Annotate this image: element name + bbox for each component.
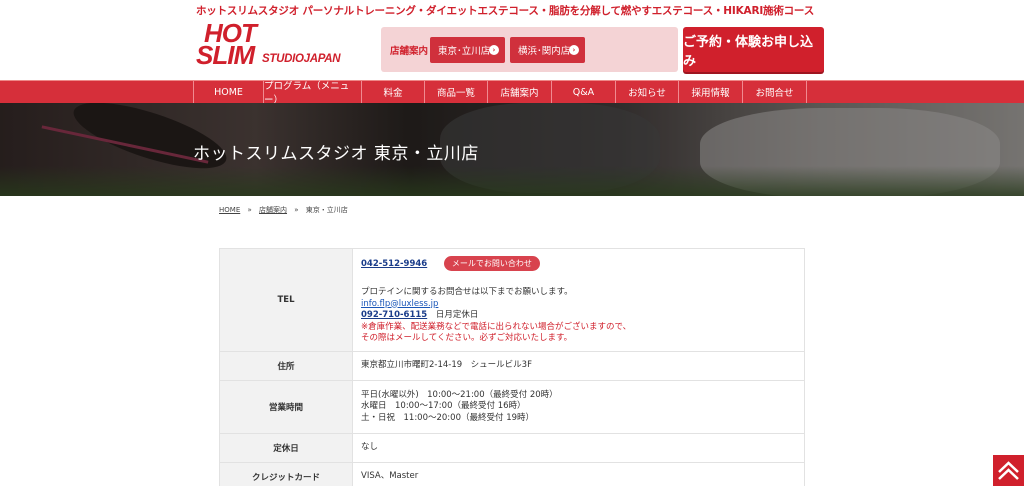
breadcrumb-current: 東京・立川店 <box>305 206 348 214</box>
nav-item-price[interactable]: 料金 <box>362 81 425 103</box>
page-title: ホットスリムスタジオ 東京・立川店 <box>193 144 479 164</box>
nav-item-stores[interactable]: 店舗案内 <box>488 81 552 103</box>
row-value-hours: 平日(水曜以外) 10:00～21:00（最終受付 20時） 水曜日 10:00… <box>352 380 805 434</box>
protein-note: プロテインに関するお問合せは以下までお願いします。 <box>361 287 573 297</box>
nav-item-recruit[interactable]: 採用情報 <box>679 81 743 103</box>
row-label-closed: 定休日 <box>219 433 353 463</box>
breadcrumb-home[interactable]: HOME <box>219 206 240 214</box>
store-button-label: 横浜･関内店 <box>518 46 571 57</box>
nav-item-home[interactable]: HOME <box>194 81 264 103</box>
hero-banner: ホットスリムスタジオ 東京・立川店 <box>0 103 1024 196</box>
table-row: TEL 042-512-9946 メールでお問い合わせ プロテインに関するお問合… <box>219 248 805 352</box>
breadcrumb: HOME » 店舗案内 » 東京・立川店 <box>219 205 348 215</box>
row-label-address: 住所 <box>219 351 353 381</box>
phone2-link[interactable]: 092-710-6115 <box>361 310 427 320</box>
hours-line: 土・日祝 11:00～20:00（最終受付 19時） <box>361 412 535 423</box>
store-button-label: 東京･立川店 <box>438 46 491 57</box>
logo-studio: STUDIOJAPAN <box>262 53 341 65</box>
chevron-up-icon <box>998 461 1019 480</box>
table-row: 住所 東京都立川市曙町2-14-19 シュールビル3F <box>219 351 805 381</box>
table-row: 営業時間 平日(水曜以外) 10:00～21:00（最終受付 20時） 水曜日 … <box>219 380 805 434</box>
store-selector: 店舗案内 東京･立川店 › 横浜･関内店 › <box>381 27 678 72</box>
row-value-tel: 042-512-9946 メールでお問い合わせ プロテインに関するお問合せは以下… <box>352 248 805 352</box>
chevron-right-icon: › <box>489 45 499 55</box>
breadcrumb-separator: » <box>247 206 252 214</box>
row-value-card: VISA、Master <box>352 462 805 486</box>
reservation-button[interactable]: ご予約・体験お申し込み <box>683 27 824 72</box>
nav-item-contact[interactable]: お問合せ <box>743 81 807 103</box>
breadcrumb-stores[interactable]: 店舗案内 <box>259 206 287 214</box>
back-to-top-button[interactable] <box>993 455 1024 486</box>
row-label-tel: TEL <box>219 248 353 352</box>
chevron-right-icon: › <box>569 45 579 55</box>
store-label: 店舗案内 <box>390 46 429 57</box>
hours-line: 水曜日 10:00～17:00（最終受付 16時） <box>361 401 526 412</box>
hero-overlay <box>0 103 1024 196</box>
logo-slim: SLIM <box>196 40 255 70</box>
breadcrumb-separator: » <box>294 206 299 214</box>
row-value-address: 東京都立川市曙町2-14-19 シュールビル3F <box>352 351 805 381</box>
nav-item-program[interactable]: プログラム（メニュー） <box>264 81 362 106</box>
phone2-note: 日月定休日 <box>435 310 479 320</box>
row-label-hours: 営業時間 <box>219 380 353 434</box>
main-nav: HOME プログラム（メニュー） 料金 商品一覧 店舗案内 Q&A お知らせ 採… <box>0 80 1024 106</box>
row-label-card: クレジットカード <box>219 462 353 486</box>
store-info-table: TEL 042-512-9946 メールでお問い合わせ プロテインに関するお問合… <box>219 248 805 486</box>
warning-text: ※倉庫作業、配送業務などで電話に出られない場合がございますので、 <box>361 321 632 332</box>
nav-item-faq[interactable]: Q&A <box>552 81 616 103</box>
table-row: 定休日 なし <box>219 433 805 463</box>
hours-line: 平日(水曜以外) 10:00～21:00（最終受付 20時） <box>361 389 558 400</box>
store-button-tachikawa[interactable]: 東京･立川店 › <box>430 37 505 63</box>
phone-link[interactable]: 042-512-9946 <box>361 259 427 269</box>
nav-item-news[interactable]: お知らせ <box>616 81 679 103</box>
site-tagline: ホットスリムスタジオ パーソナルトレーニング・ダイエットエステコース・脂肪を分解… <box>196 5 815 17</box>
warning-text: その際はメールしてください。必ずご対応いたします。 <box>361 333 573 343</box>
table-row: クレジットカード VISA、Master <box>219 462 805 486</box>
store-button-kannai[interactable]: 横浜･関内店 › <box>510 37 585 63</box>
nav-item-products[interactable]: 商品一覧 <box>425 81 488 103</box>
row-value-closed: なし <box>352 433 805 463</box>
logo[interactable]: HOT SLIM STUDIOJAPAN <box>196 20 376 70</box>
email-link[interactable]: info.flp@luxless.jp <box>361 299 438 309</box>
mail-contact-button[interactable]: メールでお問い合わせ <box>443 255 540 271</box>
